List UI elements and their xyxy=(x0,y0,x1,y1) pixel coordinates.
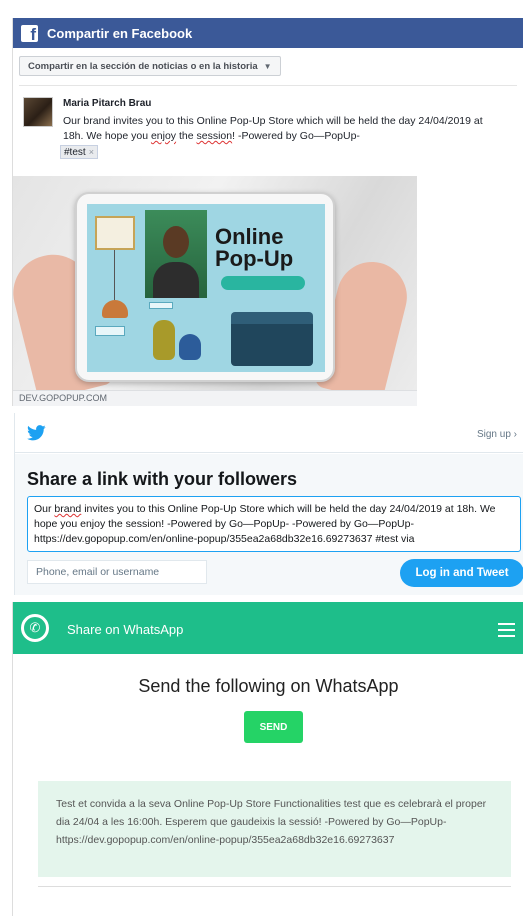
facebook-logo-icon: f xyxy=(21,24,38,42)
screen-body xyxy=(153,262,199,298)
divider xyxy=(38,886,511,887)
screen-vases xyxy=(149,316,209,366)
hashtag-chip[interactable]: #test × xyxy=(60,145,98,159)
vase xyxy=(179,334,201,360)
screen-face xyxy=(163,226,189,258)
link-preview-image[interactable]: Online Pop-Up xyxy=(13,176,417,390)
whatsapp-header-title: Share on WhatsApp xyxy=(67,622,184,637)
tablet-screen: Online Pop-Up xyxy=(87,204,325,372)
whatsapp-header: ✆ Share on WhatsApp xyxy=(13,602,523,654)
twitter-share-title: Share a link with your followers xyxy=(27,469,298,489)
share-target-label: Compartir en la sección de noticias o en… xyxy=(28,60,258,72)
tweet-textarea[interactable]: Our brand invites you to this Online Pop… xyxy=(27,496,521,552)
send-button[interactable]: SEND xyxy=(244,711,303,743)
whatsapp-logo-icon: ✆ xyxy=(21,614,49,642)
link-domain: DEV.GOPOPUP.COM xyxy=(13,390,417,406)
remove-hashtag-icon[interactable]: × xyxy=(89,147,94,157)
login-and-tweet-button[interactable]: Log in and Tweet xyxy=(400,559,523,587)
hashtag-label: #test xyxy=(64,146,86,158)
screen-trunk xyxy=(231,312,313,366)
twitter-bird-icon[interactable] xyxy=(27,425,46,441)
tablet-device: Online Pop-Up xyxy=(75,192,335,382)
username-input[interactable]: Phone, email or username xyxy=(27,560,207,584)
lamp-cord xyxy=(114,250,115,300)
whatsapp-heading: Send the following on WhatsApp xyxy=(138,676,399,696)
facebook-header: f Compartir en Facebook xyxy=(13,18,523,48)
whatsapp-share-panel: ✆ Share on WhatsApp Send the following o… xyxy=(12,602,523,916)
screen-tag xyxy=(221,276,305,290)
screen-picture-frame xyxy=(95,216,135,250)
sign-up-link[interactable]: Sign up › xyxy=(477,429,517,440)
facebook-header-title: Compartir en Facebook xyxy=(47,25,193,41)
twitter-header: Sign up › xyxy=(15,413,523,453)
share-target-dropdown[interactable]: Compartir en la sección de noticias o en… xyxy=(19,56,281,76)
post-text-input[interactable]: Our brand invites you to this Online Pop… xyxy=(63,114,508,144)
post-author: Maria Pitarch Brau xyxy=(63,98,152,109)
vase xyxy=(153,320,175,360)
screen-label xyxy=(149,302,173,309)
author-avatar xyxy=(23,97,53,127)
online-popup-title: Online Pop-Up xyxy=(215,224,294,271)
screen-label xyxy=(95,326,125,336)
whatsapp-message-preview: Test et convida a la seva Online Pop-Up … xyxy=(38,781,511,877)
post-text-line-2: 18h. We hope you enjoy the session! -Pow… xyxy=(63,130,360,142)
twitter-share-panel: Sign up › Share a link with your followe… xyxy=(14,413,523,595)
divider xyxy=(19,85,517,86)
screen-lamp xyxy=(102,300,128,318)
hamburger-menu-icon[interactable] xyxy=(498,623,515,641)
twitter-body: Share a link with your followers Our bra… xyxy=(15,454,523,595)
post-text-line-1: Our brand invites you to this Online Pop… xyxy=(63,115,483,127)
caret-down-icon: ▼ xyxy=(263,61,272,71)
facebook-share-dialog: f Compartir en Facebook Compartir en la … xyxy=(12,18,523,406)
